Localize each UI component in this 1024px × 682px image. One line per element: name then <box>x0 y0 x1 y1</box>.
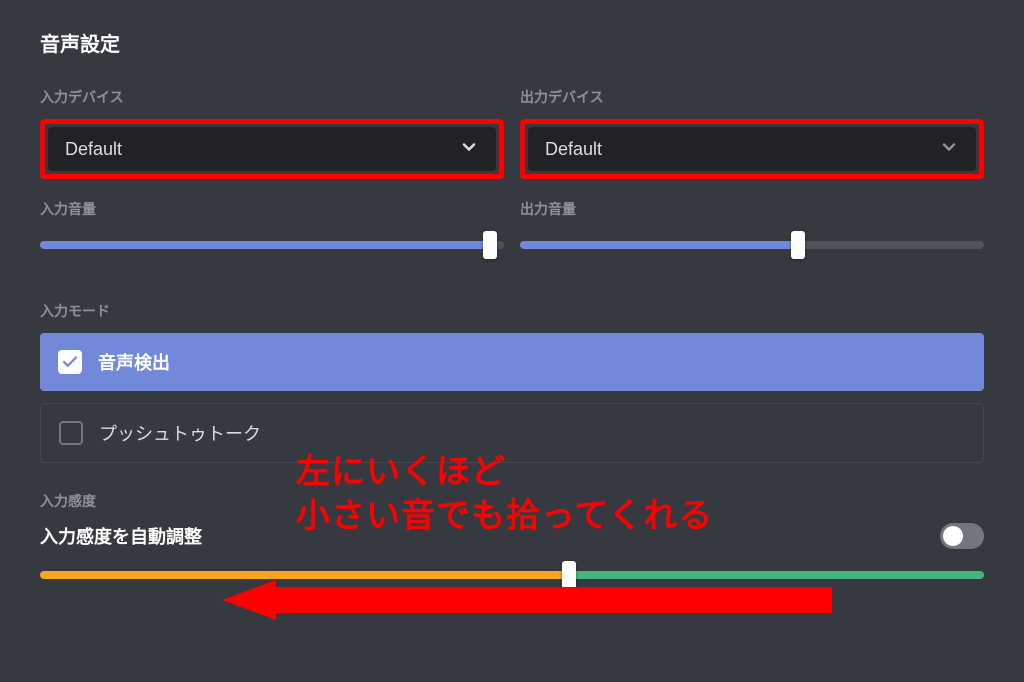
input-volume-slider[interactable] <box>40 233 504 257</box>
output-volume-slider[interactable] <box>520 233 984 257</box>
push-to-talk-label: プッシュトゥトーク <box>99 420 261 446</box>
input-device-col: 入力デバイス Default <box>40 87 504 179</box>
slider-thumb[interactable] <box>791 231 805 259</box>
auto-sensitivity-label: 入力感度を自動調整 <box>40 523 202 549</box>
sensitivity-section: 入力感度 入力感度を自動調整 <box>40 491 984 579</box>
input-device-value: Default <box>65 139 122 160</box>
output-device-label: 出力デバイス <box>520 87 984 107</box>
sensitivity-label: 入力感度 <box>40 491 984 511</box>
output-device-highlight: Default <box>520 119 984 179</box>
auto-sensitivity-toggle[interactable] <box>940 523 984 549</box>
push-to-talk-option[interactable]: プッシュトゥトーク <box>40 403 984 463</box>
chevron-down-icon <box>459 137 479 162</box>
output-volume-col: 出力音量 <box>520 199 984 257</box>
voice-activity-option[interactable]: 音声検出 <box>40 333 984 391</box>
input-device-select[interactable]: Default <box>48 127 496 171</box>
input-device-highlight: Default <box>40 119 504 179</box>
input-volume-label: 入力音量 <box>40 199 504 219</box>
slider-thumb[interactable] <box>562 561 576 589</box>
device-row: 入力デバイス Default 出力デバイス Default <box>40 87 984 179</box>
output-device-value: Default <box>545 139 602 160</box>
auto-sensitivity-row: 入力感度を自動調整 <box>40 523 984 549</box>
output-device-select[interactable]: Default <box>528 127 976 171</box>
output-device-col: 出力デバイス Default <box>520 87 984 179</box>
input-device-label: 入力デバイス <box>40 87 504 107</box>
chevron-down-icon <box>939 137 959 162</box>
slider-thumb[interactable] <box>483 231 497 259</box>
toggle-knob <box>943 526 963 546</box>
voice-activity-label: 音声検出 <box>98 349 170 375</box>
check-icon <box>58 350 82 374</box>
input-mode-section: 入力モード 音声検出 プッシュトゥトーク <box>40 301 984 463</box>
input-mode-label: 入力モード <box>40 301 984 321</box>
input-volume-col: 入力音量 <box>40 199 504 257</box>
output-volume-label: 出力音量 <box>520 199 984 219</box>
sensitivity-slider[interactable] <box>40 571 984 579</box>
page-title: 音声設定 <box>40 28 984 57</box>
volume-section: 入力音量 出力音量 <box>40 199 984 257</box>
checkbox-empty-icon <box>59 421 83 445</box>
